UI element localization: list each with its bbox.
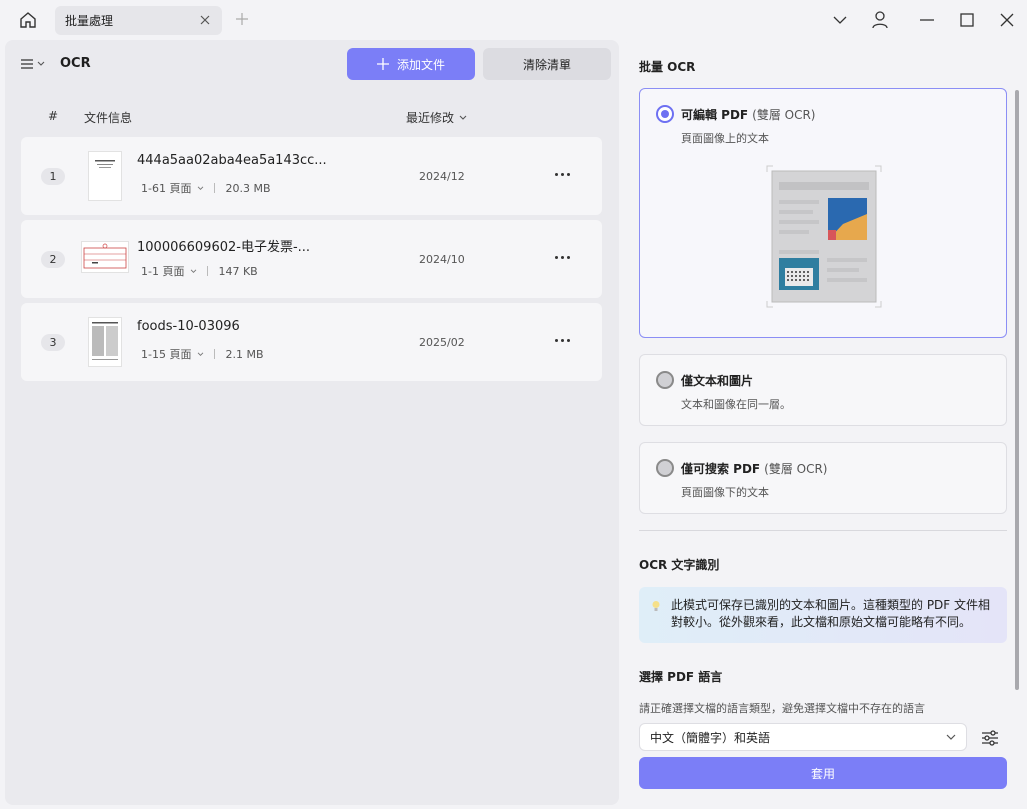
- info-box: 此模式可保存已識別的文本和圖片。這種類型的 PDF 文件相對較小。從外觀來看，此…: [639, 587, 1007, 643]
- home-icon[interactable]: [16, 8, 40, 32]
- page-range[interactable]: 1-15 頁面: [141, 346, 191, 362]
- editable-pdf-preview: [765, 164, 883, 309]
- column-modified: 最近修改: [406, 111, 455, 125]
- ocr-text-heading: OCR 文字識別: [639, 558, 720, 572]
- tab-batch-processing[interactable]: 批量處理: [55, 6, 222, 35]
- table-row[interactable]: 1 444a5aa02aba4ea5a143cc... 1-61 頁面 20.3…: [21, 137, 602, 215]
- chevron-down-icon: [191, 269, 197, 273]
- file-thumbnail: [88, 317, 122, 367]
- file-date: 2025/02: [419, 336, 465, 349]
- apply-button[interactable]: 套用: [639, 757, 1007, 789]
- chevron-down-icon: [198, 352, 204, 356]
- option-text-and-images[interactable]: 僅文本和圖片 文本和圖像在同一層。: [639, 354, 1007, 426]
- apply-label: 套用: [810, 766, 835, 781]
- file-thumbnail: [88, 151, 122, 201]
- row-index: 2: [41, 251, 65, 268]
- file-meta: 1-15 頁面 2.1 MB: [141, 346, 264, 362]
- file-date: 2024/12: [419, 170, 465, 183]
- tab-label: 批量處理: [65, 14, 114, 28]
- more-options-icon[interactable]: [551, 333, 573, 347]
- batch-ocr-heading: 批量 OCR: [639, 60, 696, 74]
- column-file-info: 文件信息: [84, 111, 133, 125]
- more-options-icon[interactable]: [551, 167, 573, 181]
- ocr-settings-panel: 批量 OCR 可編輯 PDF (雙層 OCR) 頁面圖像上的文本 僅文本和圖片 …: [624, 40, 1023, 805]
- file-meta: 1-1 頁面 147 KB: [141, 263, 258, 279]
- chevron-down-icon: [198, 186, 204, 190]
- add-tab-icon[interactable]: [234, 11, 250, 27]
- option-title: 僅可搜索 PDF (雙層 OCR): [681, 462, 828, 476]
- chevron-down-icon[interactable]: [830, 10, 850, 30]
- divider: [639, 530, 1007, 531]
- user-icon[interactable]: [870, 10, 890, 30]
- close-icon[interactable]: [198, 13, 212, 27]
- file-size: 2.1 MB: [225, 347, 264, 361]
- minimize-icon[interactable]: [917, 10, 937, 30]
- title-bar: 批量處理: [0, 0, 1027, 40]
- option-title: 可編輯 PDF (雙層 OCR): [681, 108, 816, 122]
- panel-title: OCR: [60, 56, 91, 71]
- language-select[interactable]: 中文（簡體字）和英語: [639, 723, 967, 751]
- file-name: 444a5aa02aba4ea5a143cc...: [137, 153, 327, 168]
- radio-editable-pdf[interactable]: [656, 105, 674, 123]
- file-name: 100006609602-电子发票-...: [137, 240, 311, 255]
- radio-text-and-images[interactable]: [656, 371, 674, 389]
- language-heading: 選擇 PDF 語言: [639, 670, 723, 684]
- maximize-icon[interactable]: [957, 10, 977, 30]
- sliders-icon[interactable]: [980, 728, 1000, 748]
- lightbulb-icon: [652, 601, 660, 611]
- column-modified-sort[interactable]: 最近修改: [406, 109, 467, 126]
- clear-list-button[interactable]: 清除清單: [483, 48, 611, 80]
- plus-icon: [376, 58, 389, 70]
- table-row[interactable]: 3 foods-10-03096 1-15 頁面 2.1 MB 2025/02: [21, 303, 602, 381]
- option-editable-pdf[interactable]: 可編輯 PDF (雙層 OCR) 頁面圖像上的文本: [639, 88, 1007, 338]
- chevron-down-icon: [37, 61, 45, 66]
- scrollbar[interactable]: [1015, 90, 1019, 690]
- chevron-down-icon: [946, 734, 956, 740]
- file-meta: 1-61 頁面 20.3 MB: [141, 180, 271, 196]
- option-description: 文本和圖像在同一層。: [681, 398, 791, 411]
- add-file-button[interactable]: 添加文件: [347, 48, 475, 80]
- option-description: 頁面圖像下的文本: [681, 486, 769, 499]
- clear-list-label: 清除清單: [522, 57, 571, 72]
- column-index: #: [48, 109, 59, 123]
- more-options-icon[interactable]: [551, 250, 573, 264]
- file-size: 147 KB: [218, 264, 258, 278]
- language-value: 中文（簡體字）和英語: [650, 730, 771, 745]
- list-menu-button[interactable]: [20, 56, 48, 72]
- chevron-down-icon: [459, 115, 467, 120]
- option-title: 僅文本和圖片: [681, 374, 754, 388]
- window-close-icon[interactable]: [997, 10, 1017, 30]
- language-hint: 請正確選擇文檔的語言類型，避免選擇文檔中不存在的語言: [639, 702, 925, 715]
- add-file-label: 添加文件: [396, 57, 445, 72]
- file-size: 20.3 MB: [225, 181, 271, 195]
- option-description: 頁面圖像上的文本: [681, 132, 769, 145]
- page-range[interactable]: 1-1 頁面: [141, 263, 184, 279]
- info-text: 此模式可保存已識別的文本和圖片。這種類型的 PDF 文件相對較小。從外觀來看，此…: [671, 598, 991, 629]
- file-thumbnail: [81, 241, 129, 273]
- page-range[interactable]: 1-61 頁面: [141, 180, 191, 196]
- file-date: 2024/10: [419, 253, 465, 266]
- file-name: foods-10-03096: [137, 319, 240, 334]
- table-row[interactable]: 2 100006609602-电子发票-... 1-1 頁面 147 KB 20…: [21, 220, 602, 298]
- file-list-panel: OCR 添加文件 清除清單 # 文件信息 最近修改 1 444a5aa02aba…: [5, 40, 619, 805]
- option-searchable-pdf[interactable]: 僅可搜索 PDF (雙層 OCR) 頁面圖像下的文本: [639, 442, 1007, 514]
- row-index: 3: [41, 334, 65, 351]
- row-index: 1: [41, 168, 65, 185]
- radio-searchable-pdf[interactable]: [656, 459, 674, 477]
